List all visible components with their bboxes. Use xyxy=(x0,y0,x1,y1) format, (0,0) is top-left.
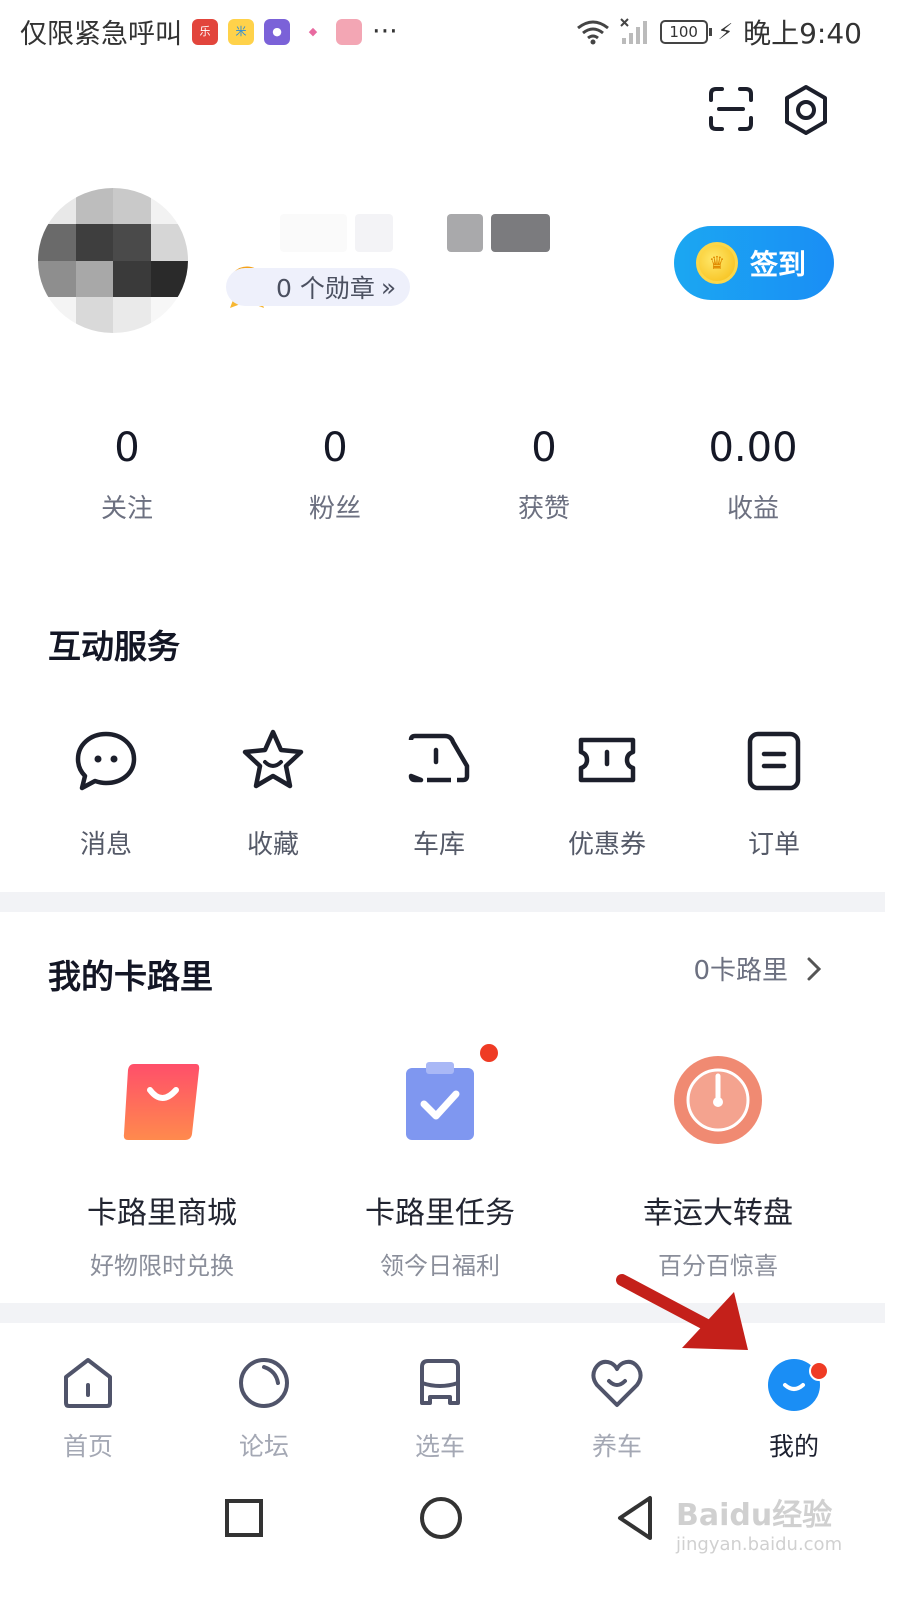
calorie-mall[interactable]: 卡路里商城 好物限时兑换 xyxy=(22,1050,302,1281)
tab-label: 养车 xyxy=(591,1432,642,1461)
section-divider xyxy=(0,892,885,912)
settings-icon[interactable] xyxy=(780,84,832,136)
tab-cars[interactable]: 选车 xyxy=(380,1355,500,1463)
service-label: 订单 xyxy=(747,830,800,860)
calorie-item-name: 幸运大转盘 xyxy=(643,1196,793,1231)
browser-app-icon: ● xyxy=(264,18,290,45)
calories-count: 0卡路里 xyxy=(693,956,788,986)
status-left: 仅限紧急呼叫 乐 米 ● ◆ ··· xyxy=(20,12,398,51)
stat-label: 收益 xyxy=(726,494,779,524)
wifi-icon xyxy=(576,20,609,45)
stat-label: 获赞 xyxy=(517,494,570,524)
service-coupons[interactable]: 优惠券 xyxy=(547,726,667,861)
status-time: 晚上9:40 xyxy=(743,17,862,50)
tab-car-care[interactable]: 养车 xyxy=(557,1355,677,1463)
lucky-wheel-icon xyxy=(674,1056,762,1144)
message-icon xyxy=(75,731,137,791)
calorie-tasks[interactable]: 卡路里任务 领今日福利 xyxy=(300,1044,580,1281)
status-right: 100 ⚡ 晚上9:40 xyxy=(576,12,862,52)
stat-following[interactable]: 0 关注 xyxy=(27,420,227,525)
notification-dot xyxy=(809,1361,829,1381)
username-blurred xyxy=(280,200,550,265)
stat-earnings[interactable]: 0.00 收益 xyxy=(653,420,853,525)
calorie-item-sub: 好物限时兑换 xyxy=(90,1252,234,1280)
checkin-button[interactable]: ♛ 签到 xyxy=(674,226,834,300)
stat-value: 0 xyxy=(531,425,557,471)
tab-label: 我的 xyxy=(768,1432,819,1461)
service-label: 消息 xyxy=(79,830,132,860)
calories-title: 我的卡路里 xyxy=(48,957,213,996)
heart-icon xyxy=(591,1359,643,1407)
calorie-item-name: 卡路里商城 xyxy=(87,1196,237,1231)
calories-link[interactable]: 0卡路里 xyxy=(693,950,822,987)
music-app-icon: 乐 xyxy=(192,18,218,45)
task-clipboard-icon xyxy=(406,1062,474,1140)
checkin-label: 签到 xyxy=(750,248,807,281)
photo-app-icon xyxy=(336,18,362,45)
chevron-right-icon xyxy=(807,957,822,980)
charging-icon: ⚡ xyxy=(717,19,734,45)
stat-label: 关注 xyxy=(100,494,153,524)
crown-coin-icon: ♛ xyxy=(696,242,738,284)
lucky-wheel[interactable]: 幸运大转盘 百分百惊喜 xyxy=(578,1050,858,1281)
stat-likes[interactable]: 0 获赞 xyxy=(444,420,644,525)
service-orders[interactable]: 订单 xyxy=(714,726,834,861)
coupon-icon xyxy=(578,737,636,783)
tab-mine[interactable]: 我的 xyxy=(734,1355,854,1463)
watermark: Baidu经验 jingyan.baidu.com xyxy=(676,1490,846,1560)
status-text: 仅限紧急呼叫 xyxy=(20,19,182,50)
forum-icon xyxy=(239,1358,289,1408)
annotation-arrow-icon xyxy=(616,1274,748,1350)
recent-apps-icon[interactable] xyxy=(218,1492,270,1544)
tab-label: 选车 xyxy=(414,1432,465,1461)
order-icon xyxy=(747,731,801,791)
more-notifications-icon: ··· xyxy=(372,16,398,47)
medal-badge[interactable]: 0 个勋章 » xyxy=(224,263,411,311)
stat-fans[interactable]: 0 粉丝 xyxy=(235,420,435,525)
tab-home[interactable]: 首页 xyxy=(28,1355,148,1463)
stat-value: 0.00 xyxy=(708,425,798,471)
star-icon xyxy=(242,729,304,789)
stat-value: 0 xyxy=(114,425,140,471)
service-favorites[interactable]: 收藏 xyxy=(213,726,333,861)
service-garage[interactable]: 车库 xyxy=(379,726,499,861)
stat-value: 0 xyxy=(322,425,348,471)
back-icon[interactable] xyxy=(612,1492,664,1544)
home-button-icon[interactable] xyxy=(415,1492,467,1544)
services-grid: 消息 收藏 车库 优惠券 订单 xyxy=(0,726,900,866)
service-label: 车库 xyxy=(412,830,465,860)
service-message[interactable]: 消息 xyxy=(46,726,166,861)
rice-app-icon: 米 xyxy=(228,18,254,45)
bottom-tab-bar: 首页 论坛 选车 养车 我的 xyxy=(0,1355,900,1470)
shopping-bag-icon xyxy=(123,1064,200,1140)
scan-icon[interactable] xyxy=(708,86,754,132)
services-title: 互动服务 xyxy=(48,627,180,666)
watermark-brand: Baidu经验 xyxy=(676,1498,833,1533)
stats-row: 0 关注 0 粉丝 0 获赞 0.00 收益 xyxy=(0,420,900,530)
calorie-item-sub: 领今日福利 xyxy=(380,1252,500,1280)
double-chevron-right-icon: » xyxy=(380,272,397,302)
car-icon xyxy=(420,1359,460,1405)
watermark-url: jingyan.baidu.com xyxy=(676,1534,843,1555)
shop-app-icon: ◆ xyxy=(300,18,326,45)
tab-forum[interactable]: 论坛 xyxy=(204,1355,324,1463)
calorie-item-name: 卡路里任务 xyxy=(365,1196,515,1231)
medal-count-text: 0 个勋章 xyxy=(276,274,375,303)
battery-icon: 100 xyxy=(659,20,712,44)
medal-pill: 0 个勋章 » xyxy=(226,268,411,306)
garage-icon xyxy=(408,733,470,783)
home-icon xyxy=(64,1358,112,1408)
signal-icon xyxy=(619,18,647,44)
status-bar: 仅限紧急呼叫 乐 米 ● ◆ ··· 100 ⚡ 晚上9:40 xyxy=(0,0,900,62)
avatar[interactable] xyxy=(38,188,188,333)
tab-label: 论坛 xyxy=(238,1432,289,1461)
service-label: 收藏 xyxy=(246,830,299,860)
tab-label: 首页 xyxy=(62,1432,113,1461)
notification-dot xyxy=(480,1044,498,1062)
service-label: 优惠券 xyxy=(567,830,646,860)
stat-label: 粉丝 xyxy=(308,494,361,524)
